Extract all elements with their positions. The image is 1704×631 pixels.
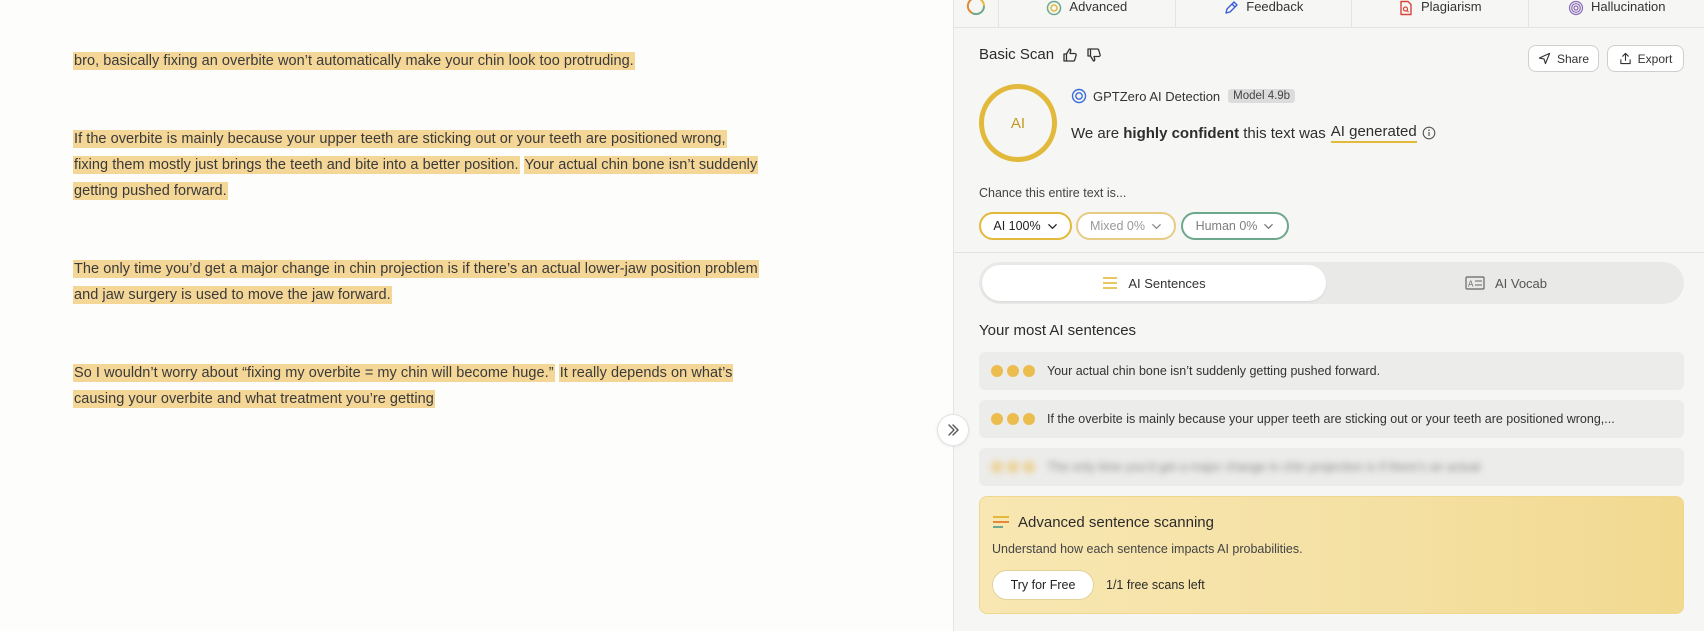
human-probability-label: Human 0% bbox=[1195, 219, 1258, 233]
lines-icon bbox=[1103, 277, 1118, 289]
tab-hallucination-label: Hallucination bbox=[1591, 0, 1666, 14]
thumbs-up-button[interactable] bbox=[1062, 47, 1078, 63]
editor-paragraph-1[interactable]: bro, basically fixing an overbite won’t … bbox=[73, 48, 763, 74]
locked-sentence-text: The only time you’d get a major change i… bbox=[1047, 460, 1481, 474]
svg-text:A: A bbox=[1468, 280, 1474, 289]
mixed-probability-dropdown[interactable]: Mixed 0% bbox=[1076, 212, 1176, 240]
tab-feedback-label: Feedback bbox=[1246, 0, 1304, 14]
share-button[interactable]: Share bbox=[1528, 45, 1599, 72]
editor-paragraph-2[interactable]: If the overbite is mainly because your u… bbox=[73, 126, 763, 204]
share-label: Share bbox=[1556, 51, 1590, 66]
ai-score-ring: AI bbox=[979, 84, 1057, 162]
free-scans-left: 1/1 free scans left bbox=[1106, 578, 1205, 592]
export-button[interactable]: Export bbox=[1607, 45, 1684, 72]
promo-subtitle: Understand how each sentence impacts AI … bbox=[992, 542, 1303, 556]
document-search-icon bbox=[1400, 0, 1412, 16]
advanced-scan-promo: Advanced sentence scanning Understand ho… bbox=[979, 496, 1684, 614]
scan-title: Basic Scan bbox=[979, 46, 1055, 63]
tab-feedback[interactable]: Feedback bbox=[1176, 0, 1353, 28]
advanced-scan-icon bbox=[1047, 0, 1062, 16]
human-probability-dropdown[interactable]: Human 0% bbox=[1181, 212, 1289, 240]
detector-info: GPTZero AI Detection Model 4.9b bbox=[1071, 88, 1296, 104]
tab-basic-scan[interactable] bbox=[954, 0, 1000, 28]
confidence-prefix: We are bbox=[1071, 124, 1120, 142]
highlighted-sentence: So I wouldn’t worry about “fixing my ove… bbox=[73, 364, 555, 382]
tab-hallucination[interactable]: Hallucination bbox=[1529, 0, 1704, 28]
text-editor[interactable]: bro, basically fixing an overbite won’t … bbox=[0, 0, 953, 631]
tab-advanced-label: Advanced bbox=[1069, 0, 1128, 14]
thumbs-down-icon bbox=[1087, 47, 1101, 62]
locked-sentence-card: The only time you’d get a major change i… bbox=[979, 448, 1684, 486]
confidence-middle: this text was bbox=[1243, 124, 1326, 142]
most-ai-title: Your most AI sentences bbox=[979, 322, 1137, 339]
ai-likelihood-dots bbox=[991, 413, 1035, 425]
promo-title-row: Advanced sentence scanning bbox=[992, 514, 1214, 531]
ai-vocab-label: AI Vocab bbox=[1494, 275, 1548, 291]
chevron-down-icon bbox=[1152, 223, 1161, 229]
verdict-label: AI generated bbox=[1330, 123, 1417, 143]
export-icon bbox=[1619, 52, 1631, 65]
pen-icon bbox=[1225, 1, 1238, 14]
ai-likelihood-dots bbox=[991, 365, 1035, 377]
analysis-panel: Advanced Feedback Plagiarism Hallucinati… bbox=[953, 0, 1704, 631]
ai-sentences-label: AI Sentences bbox=[1128, 275, 1206, 291]
ai-likelihood-dots bbox=[991, 461, 1035, 473]
ai-probability-label: AI 100% bbox=[993, 219, 1041, 233]
tab-plagiarism[interactable]: Plagiarism bbox=[1352, 0, 1529, 28]
ai-sentence-card[interactable]: If the overbite is mainly because your u… bbox=[979, 400, 1684, 438]
vocab-icon: A bbox=[1465, 276, 1485, 290]
gptzero-detector-icon bbox=[1071, 88, 1087, 104]
tab-advanced[interactable]: Advanced bbox=[999, 0, 1176, 28]
ai-sentence-text: Your actual chin bone isn’t suddenly get… bbox=[1047, 364, 1381, 378]
gptzero-logo-icon bbox=[966, 0, 986, 16]
promo-title: Advanced sentence scanning bbox=[1018, 514, 1214, 531]
fingerprint-icon bbox=[1568, 0, 1584, 16]
model-badge: Model 4.9b bbox=[1228, 89, 1296, 103]
chevron-down-icon bbox=[1047, 223, 1057, 229]
info-icon[interactable] bbox=[1422, 126, 1436, 140]
tab-plagiarism-label: Plagiarism bbox=[1420, 0, 1482, 14]
collapse-panel-button[interactable] bbox=[937, 414, 969, 446]
export-label: Export bbox=[1637, 51, 1673, 66]
scan-header: Basic Scan bbox=[979, 46, 1102, 63]
sentence-scan-icon bbox=[993, 515, 1009, 528]
confidence-statement: We are highly confident this text was AI… bbox=[1071, 123, 1436, 143]
send-icon bbox=[1538, 52, 1551, 65]
editor-paragraph-4[interactable]: So I wouldn’t worry about “fixing my ove… bbox=[73, 360, 763, 412]
view-toggle: AI Sentences A AI Vocab bbox=[979, 262, 1684, 304]
ai-sentence-card[interactable]: Your actual chin bone isn’t suddenly get… bbox=[979, 352, 1684, 390]
ai-sentences-toggle[interactable]: AI Sentences bbox=[982, 265, 1326, 301]
ai-sentence-text: If the overbite is mainly because your u… bbox=[1047, 412, 1615, 426]
confidence-strength: highly confident bbox=[1123, 124, 1240, 142]
ai-vocab-toggle[interactable]: A AI Vocab bbox=[1331, 265, 1681, 301]
thumbs-down-button[interactable] bbox=[1086, 47, 1102, 63]
chevron-down-icon bbox=[1264, 223, 1274, 229]
mixed-probability-label: Mixed 0% bbox=[1090, 219, 1145, 233]
detector-name: GPTZero AI Detection bbox=[1093, 88, 1221, 104]
chance-label: Chance this entire text is... bbox=[979, 186, 1127, 200]
section-divider bbox=[954, 252, 1704, 253]
panel-tabs: Advanced Feedback Plagiarism Hallucinati… bbox=[954, 0, 1704, 28]
highlighted-sentence: The only time you’d get a major change i… bbox=[73, 260, 759, 304]
ai-probability-dropdown[interactable]: AI 100% bbox=[979, 212, 1072, 240]
double-chevron-right-icon bbox=[948, 424, 959, 436]
try-for-free-button[interactable]: Try for Free bbox=[992, 570, 1094, 600]
editor-paragraph-3[interactable]: The only time you’d get a major change i… bbox=[73, 256, 763, 308]
highlighted-sentence: bro, basically fixing an overbite won’t … bbox=[73, 52, 635, 70]
thumbs-up-icon bbox=[1063, 47, 1077, 62]
